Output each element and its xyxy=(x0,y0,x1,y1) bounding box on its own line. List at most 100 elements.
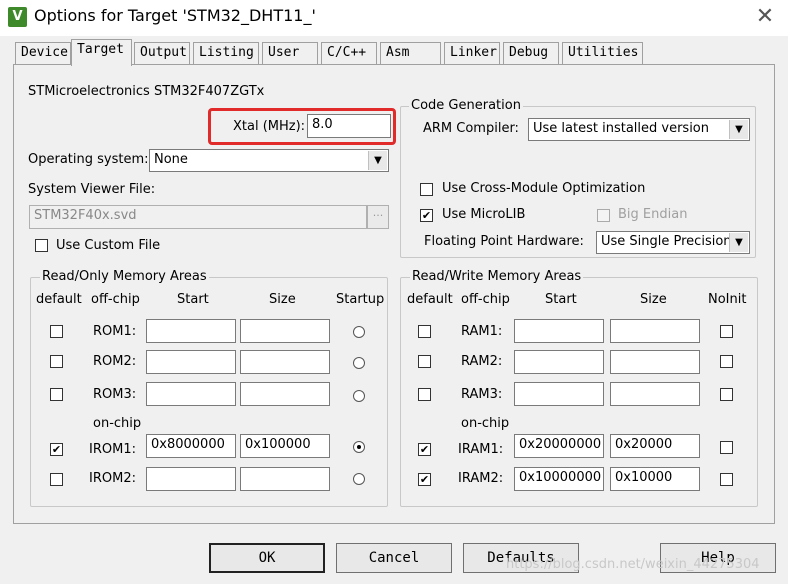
fp-select[interactable]: Use Single Precision ▼ xyxy=(596,231,750,254)
ram3-label: RAM3: xyxy=(461,387,503,402)
ram1-noinit-checkbox[interactable] xyxy=(720,325,733,338)
iram2-label: IRAM2: xyxy=(458,471,504,486)
ram1-size-input[interactable] xyxy=(610,319,700,343)
custom-file-checkbox[interactable] xyxy=(35,239,48,252)
ro-header-size: Size xyxy=(269,292,296,307)
irom2-size-input[interactable] xyxy=(240,467,330,491)
os-label: Operating system: xyxy=(28,152,149,167)
chevron-down-icon[interactable]: ▼ xyxy=(729,233,748,252)
ro-onchip-label: on-chip xyxy=(93,416,142,431)
rom1-start-input[interactable] xyxy=(146,319,236,343)
ro-memory-title: Read/Only Memory Areas xyxy=(40,269,209,284)
irom2-default-checkbox[interactable] xyxy=(50,473,63,486)
ram2-size-input[interactable] xyxy=(610,350,700,374)
rom2-startup-radio[interactable] xyxy=(353,357,365,369)
rom2-size-input[interactable] xyxy=(240,350,330,374)
chevron-down-icon[interactable]: ▼ xyxy=(729,120,748,139)
ram1-default-checkbox[interactable] xyxy=(418,325,431,338)
rom2-start-input[interactable] xyxy=(146,350,236,374)
irom1-label: IROM1: xyxy=(89,442,136,457)
irom1-startup-radio[interactable] xyxy=(353,441,365,453)
rw-onchip-label: on-chip xyxy=(461,416,510,431)
ram2-start-input[interactable] xyxy=(514,350,604,374)
rom3-start-input[interactable] xyxy=(146,382,236,406)
svd-input: STM32F40x.svd xyxy=(29,205,367,229)
cancel-button[interactable]: Cancel xyxy=(336,543,452,573)
rw-header-start: Start xyxy=(545,292,577,307)
ram1-label: RAM1: xyxy=(461,324,503,339)
device-name: STMicroelectronics STM32F407ZGTx xyxy=(28,84,265,99)
ram3-size-input[interactable] xyxy=(610,382,700,406)
microlib-label: Use MicroLIB xyxy=(442,207,526,222)
big-endian-label: Big Endian xyxy=(618,207,688,222)
iram2-noinit-checkbox[interactable] xyxy=(720,473,733,486)
tab-linker[interactable]: Linker xyxy=(444,42,500,64)
rom3-default-checkbox[interactable] xyxy=(50,388,63,401)
svd-label: System Viewer File: xyxy=(28,182,156,197)
rom3-startup-radio[interactable] xyxy=(353,390,365,402)
iram2-start-input[interactable]: 0x10000000 xyxy=(514,467,604,491)
tab-debug[interactable]: Debug xyxy=(503,42,559,64)
cross-module-checkbox[interactable] xyxy=(420,183,433,196)
ram3-noinit-checkbox[interactable] xyxy=(720,388,733,401)
rom3-label: ROM3: xyxy=(93,387,137,402)
tab-device[interactable]: Device xyxy=(15,42,71,64)
irom1-start-input[interactable]: 0x8000000 xyxy=(146,434,236,458)
irom1-size-input[interactable]: 0x100000 xyxy=(240,434,330,458)
rom1-default-checkbox[interactable] xyxy=(50,325,63,338)
microlib-checkbox[interactable]: ✔ xyxy=(420,209,433,222)
ram3-start-input[interactable] xyxy=(514,382,604,406)
ro-header-startup: Startup xyxy=(336,292,385,307)
highlight-box xyxy=(208,108,396,145)
chevron-down-icon[interactable]: ▼ xyxy=(368,151,387,170)
rw-header-offchip: off-chip xyxy=(461,292,510,307)
ro-header-start: Start xyxy=(177,292,209,307)
rom2-label: ROM2: xyxy=(93,354,137,369)
cross-module-label: Use Cross-Module Optimization xyxy=(442,181,646,196)
os-select[interactable]: None ▼ xyxy=(149,149,389,172)
rom1-startup-radio[interactable] xyxy=(353,326,365,338)
ram1-start-input[interactable] xyxy=(514,319,604,343)
iram2-default-checkbox[interactable]: ✔ xyxy=(418,473,431,486)
tab-utilities[interactable]: Utilities xyxy=(562,42,643,64)
watermark: https://blog.csdn.net/weixin_44275304 xyxy=(506,557,760,572)
rom2-default-checkbox[interactable] xyxy=(50,355,63,368)
rom1-size-input[interactable] xyxy=(240,319,330,343)
tab-listing[interactable]: Listing xyxy=(193,42,259,64)
ram2-default-checkbox[interactable] xyxy=(418,355,431,368)
irom2-startup-radio[interactable] xyxy=(353,473,365,485)
rw-header-noinit: NoInit xyxy=(708,292,747,307)
iram1-start-input[interactable]: 0x20000000 xyxy=(514,434,604,458)
ram2-noinit-checkbox[interactable] xyxy=(720,355,733,368)
rom3-size-input[interactable] xyxy=(240,382,330,406)
ram3-default-checkbox[interactable] xyxy=(418,388,431,401)
iram2-size-input[interactable]: 0x10000 xyxy=(610,467,700,491)
irom2-start-input[interactable] xyxy=(146,467,236,491)
fp-value: Use Single Precision xyxy=(601,234,732,249)
ro-header-default: default xyxy=(36,292,82,307)
window-title: Options for Target 'STM32_DHT11_' xyxy=(34,6,316,25)
tab-output[interactable]: Output xyxy=(134,42,190,64)
ro-header-offchip: off-chip xyxy=(91,292,140,307)
custom-file-label: Use Custom File xyxy=(56,238,161,253)
irom1-default-checkbox[interactable]: ✔ xyxy=(50,443,63,456)
compiler-select[interactable]: Use latest installed version ▼ xyxy=(528,118,750,141)
tab-asm[interactable]: Asm xyxy=(380,42,441,64)
os-value: None xyxy=(154,152,188,167)
iram1-noinit-checkbox[interactable] xyxy=(720,441,733,454)
rom1-label: ROM1: xyxy=(93,324,137,339)
iram1-default-checkbox[interactable]: ✔ xyxy=(418,443,431,456)
rw-header-default: default xyxy=(407,292,453,307)
title-bar: V Options for Target 'STM32_DHT11_' ✕ xyxy=(0,0,788,36)
ok-button[interactable]: OK xyxy=(209,543,325,573)
tab-target[interactable]: Target xyxy=(71,39,132,66)
fp-label: Floating Point Hardware: xyxy=(424,234,584,249)
big-endian-checkbox xyxy=(597,209,610,222)
irom2-label: IROM2: xyxy=(89,471,136,486)
compiler-value: Use latest installed version xyxy=(533,121,710,136)
tab-cc[interactable]: C/C++ xyxy=(321,42,377,64)
iram1-size-input[interactable]: 0x20000 xyxy=(610,434,700,458)
close-icon[interactable]: ✕ xyxy=(748,2,782,32)
tab-user[interactable]: User xyxy=(262,42,318,64)
compiler-label: ARM Compiler: xyxy=(423,121,519,136)
